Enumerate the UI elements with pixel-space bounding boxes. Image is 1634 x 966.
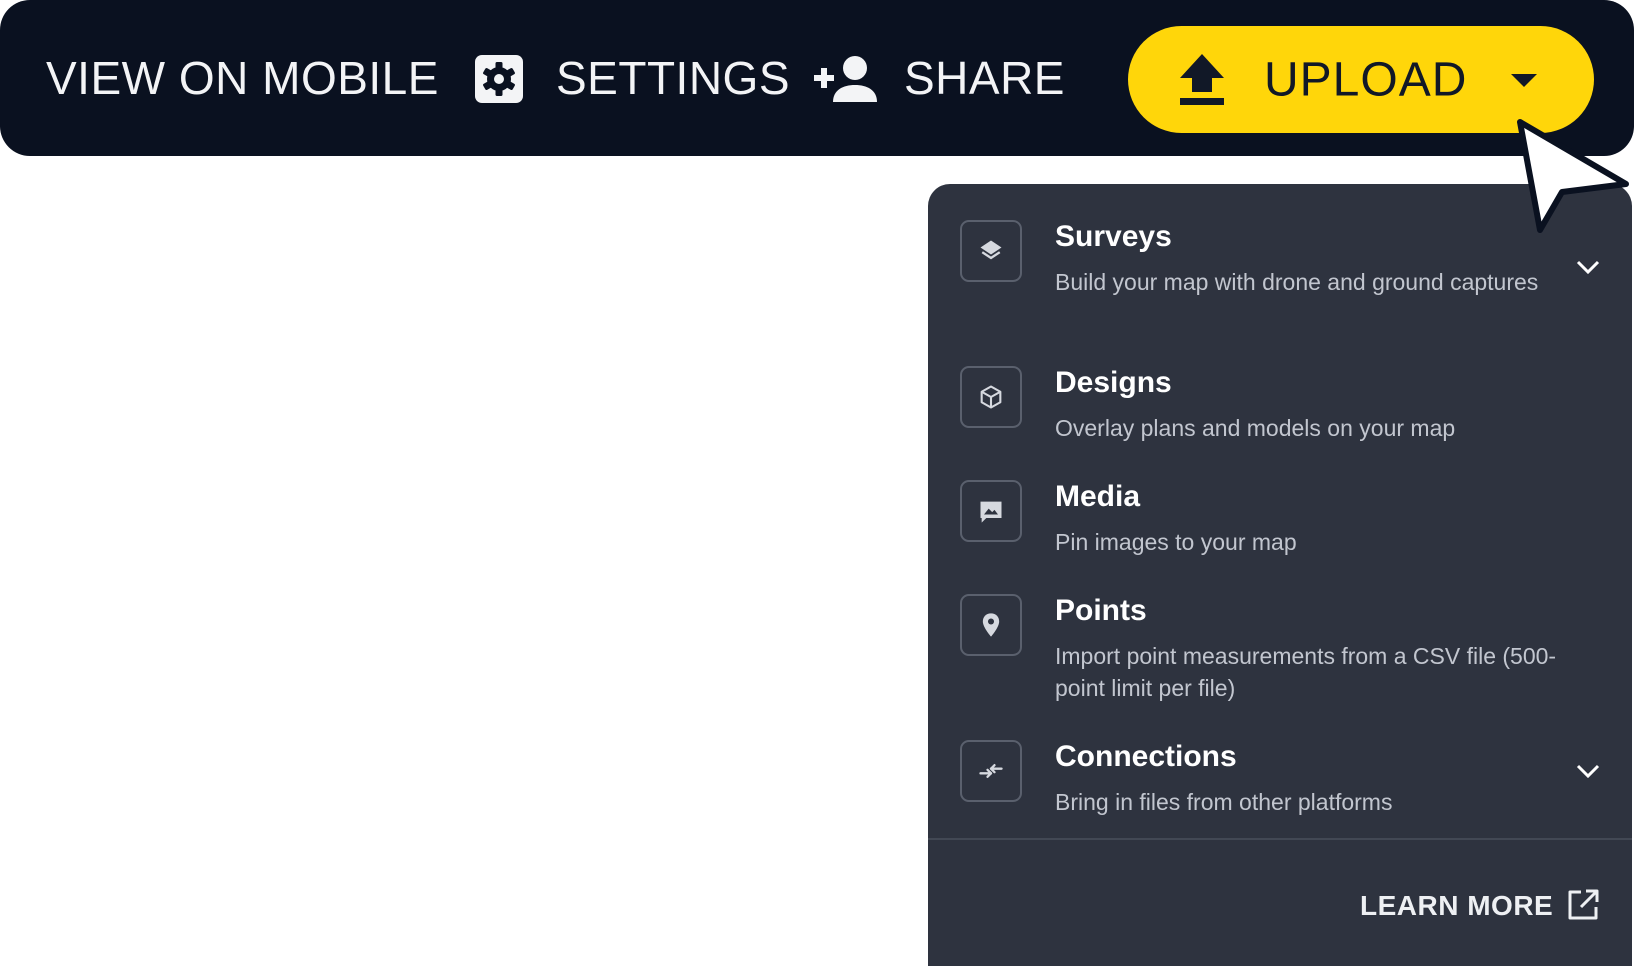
menu-item-title: Connections xyxy=(1055,740,1237,773)
upload-button[interactable]: UPLOAD xyxy=(1128,26,1594,133)
menu-item-designs[interactable]: Designs Overlay plans and models on your… xyxy=(928,366,1632,446)
menu-item-icon-box xyxy=(960,740,1022,802)
map-pin-icon xyxy=(982,613,1000,637)
menu-item-description: Import point measurements from a CSV fil… xyxy=(1055,643,1557,701)
cube-icon xyxy=(980,385,1002,409)
menu-item-description: Build your map with drone and ground cap… xyxy=(1055,269,1539,295)
view-on-mobile-button[interactable]: VIEW ON MOBILE xyxy=(46,51,439,105)
top-toolbar: VIEW ON MOBILE SETTINGS SHARE UPLOAD xyxy=(0,0,1634,156)
learn-more-link[interactable]: LEARN MORE xyxy=(1360,888,1600,924)
menu-item-points[interactable]: Points Import point measurements from a … xyxy=(928,594,1632,704)
menu-item-title: Surveys xyxy=(1055,220,1172,253)
menu-item-media[interactable]: Media Pin images to your map xyxy=(928,480,1632,560)
screen: VIEW ON MOBILE SETTINGS SHARE UPLOAD Sur… xyxy=(0,0,1634,966)
menu-divider xyxy=(928,838,1632,840)
connect-arrows-icon xyxy=(979,764,1003,778)
gear-icon[interactable] xyxy=(472,52,526,106)
mouse-cursor-icon xyxy=(1517,119,1629,233)
upload-arrow-icon xyxy=(1180,54,1224,105)
menu-item-description: Overlay plans and models on your map xyxy=(1055,415,1456,441)
settings-button[interactable]: SETTINGS xyxy=(556,51,790,105)
learn-more-label: LEARN MORE xyxy=(1360,890,1554,921)
menu-item-title: Points xyxy=(1055,594,1147,627)
caret-down-icon[interactable] xyxy=(1509,72,1539,88)
person-add-icon[interactable] xyxy=(812,52,878,106)
menu-item-description: Pin images to your map xyxy=(1055,529,1297,555)
chevron-down-icon[interactable] xyxy=(1576,764,1600,778)
share-button[interactable]: SHARE xyxy=(904,51,1065,105)
menu-item-icon-box xyxy=(960,220,1022,282)
image-icon xyxy=(980,501,1002,523)
menu-item-title: Media xyxy=(1055,480,1141,513)
menu-item-icon-box xyxy=(960,594,1022,656)
menu-item-title: Designs xyxy=(1055,366,1172,399)
menu-item-icon-box xyxy=(960,480,1022,542)
layers-icon xyxy=(980,240,1002,260)
menu-item-icon-box xyxy=(960,366,1022,428)
upload-dropdown-menu: Surveys Build your map with drone and gr… xyxy=(928,184,1632,966)
menu-item-description: Bring in files from other platforms xyxy=(1055,789,1393,815)
external-link-icon xyxy=(1568,889,1599,920)
upload-label: UPLOAD xyxy=(1264,53,1468,106)
chevron-down-icon[interactable] xyxy=(1576,260,1600,274)
menu-item-connections[interactable]: Connections Bring in files from other pl… xyxy=(928,740,1632,820)
